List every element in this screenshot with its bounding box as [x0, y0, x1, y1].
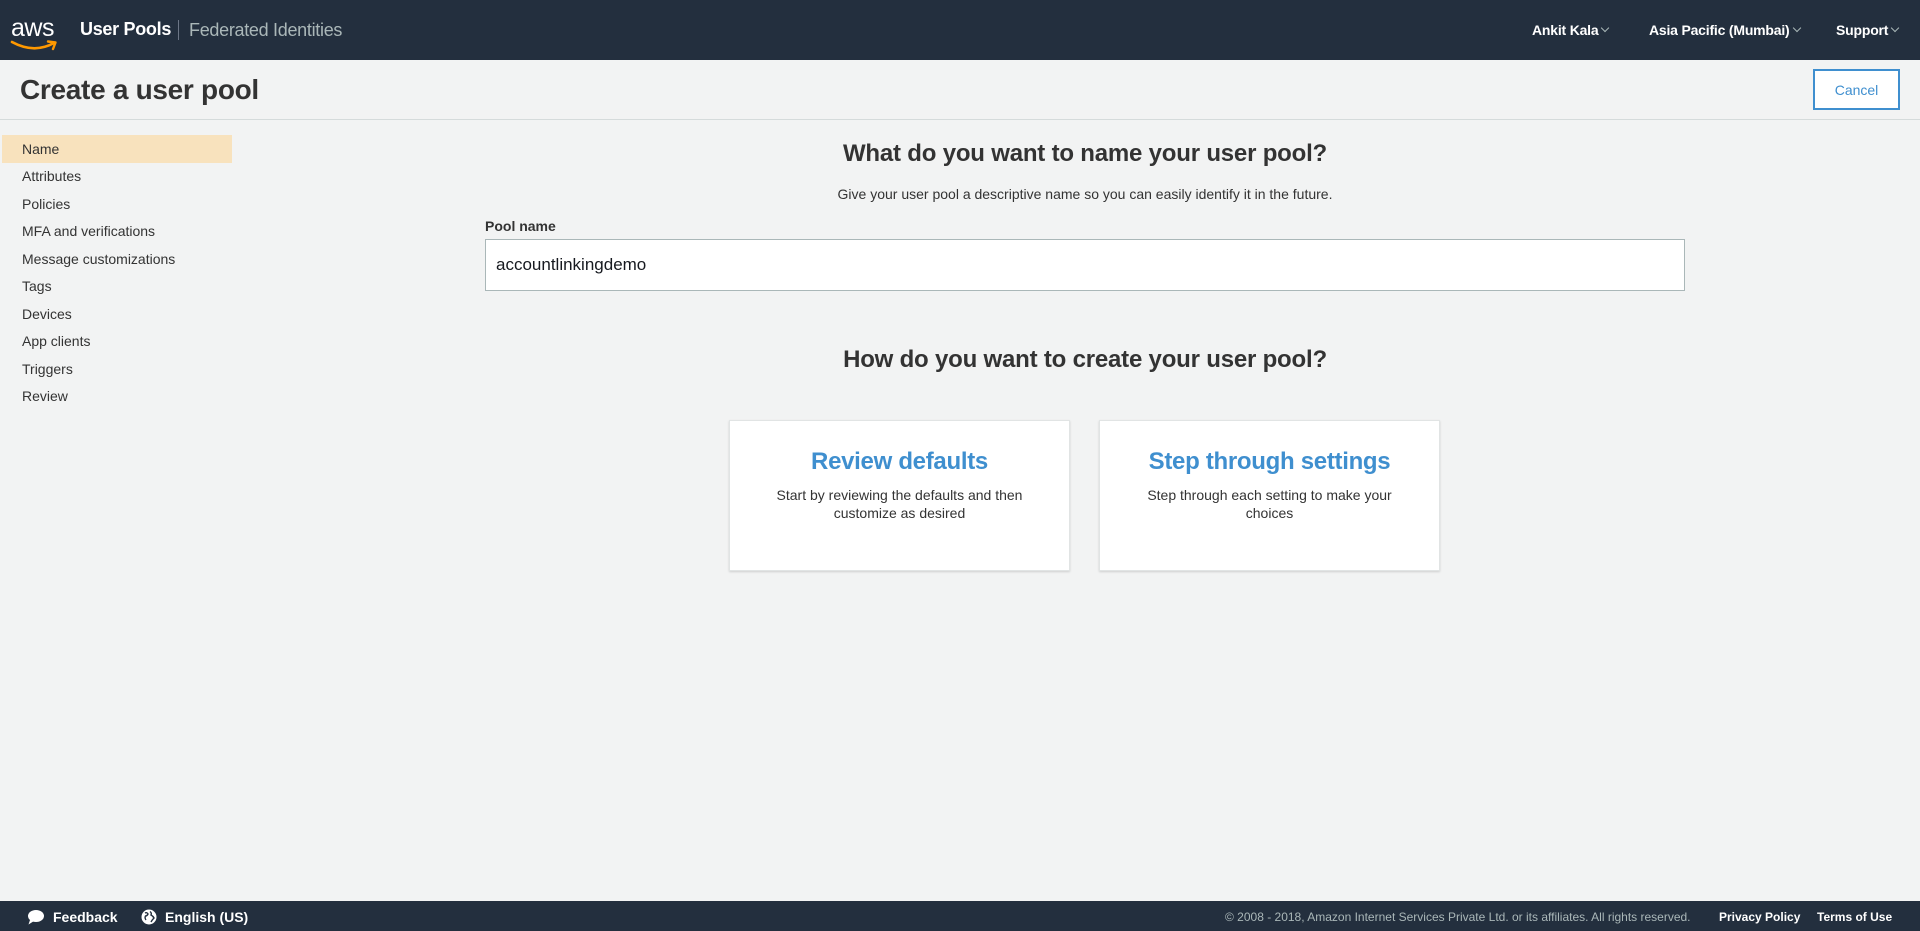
sidebar-item-mfa[interactable]: MFA and verifications	[2, 218, 232, 246]
review-defaults-title: Review defaults	[811, 448, 988, 475]
chevron-down-icon	[1601, 23, 1610, 33]
sidebar-item-devices[interactable]: Devices	[2, 300, 232, 328]
sidebar-item-app-clients[interactable]: App clients	[2, 328, 232, 356]
support-label: Support	[1836, 22, 1889, 38]
region-menu[interactable]: Asia Pacific (Mumbai)	[1649, 22, 1801, 38]
review-defaults-description: Start by reviewing the defaults and then…	[776, 487, 1023, 521]
review-defaults-card[interactable]: Review defaults Start by reviewing the d…	[729, 420, 1070, 571]
aws-smile-icon	[10, 40, 57, 51]
page-title: Create a user pool	[20, 74, 259, 105]
speech-bubble-icon	[28, 910, 44, 925]
nav-divider	[178, 20, 179, 40]
sidebar-item-triggers[interactable]: Triggers	[2, 355, 232, 383]
support-menu[interactable]: Support	[1836, 22, 1900, 38]
nav-federated-identities-link[interactable]: Federated Identities	[189, 20, 342, 41]
sidebar-item-attributes[interactable]: Attributes	[2, 163, 232, 191]
pool-name-input[interactable]	[485, 239, 1685, 291]
language-label: English (US)	[165, 909, 249, 925]
chevron-down-icon	[1792, 23, 1801, 33]
aws-logo-text: aws	[11, 14, 54, 42]
footer: Feedback English (US) © 2008 - 2018, Ama…	[0, 901, 1920, 931]
feedback-label: Feedback	[53, 909, 118, 925]
sidebar-item-review[interactable]: Review	[2, 383, 232, 411]
region-name: Asia Pacific (Mumbai)	[1649, 22, 1790, 38]
step-through-settings-card[interactable]: Step through settings Step through each …	[1099, 420, 1440, 571]
nav-user-pools-link[interactable]: User Pools	[80, 19, 171, 40]
privacy-policy-link[interactable]: Privacy Policy	[1719, 910, 1800, 924]
language-selector[interactable]: English (US)	[141, 909, 248, 925]
chevron-down-icon	[1891, 23, 1900, 33]
sidebar-item-message-customizations[interactable]: Message customizations	[2, 245, 232, 273]
name-heading: What do you want to name your user pool?	[842, 140, 1327, 167]
feedback-link[interactable]: Feedback	[27, 909, 118, 925]
create-heading: How do you want to create your user pool…	[843, 346, 1327, 373]
pool-name-label: Pool name	[485, 218, 556, 234]
step-through-settings-description: Step through each setting to make your c…	[1147, 487, 1392, 521]
top-navigation: aws User Pools Federated Identities Anki…	[0, 0, 1920, 60]
sidebar-item-name[interactable]: Name	[2, 135, 232, 163]
globe-icon	[141, 909, 157, 925]
copyright-text: © 2008 - 2018, Amazon Internet Services …	[1225, 910, 1691, 924]
page-header: Create a user pool Cancel	[0, 60, 1920, 120]
terms-of-use-link[interactable]: Terms of Use	[1817, 910, 1892, 924]
user-name: Ankit Kala	[1532, 22, 1599, 38]
cancel-button[interactable]: Cancel	[1813, 69, 1900, 110]
wizard-steps-sidebar: Name Attributes Policies MFA and verific…	[2, 135, 232, 410]
step-through-settings-title: Step through settings	[1148, 448, 1391, 475]
user-menu[interactable]: Ankit Kala	[1532, 22, 1610, 38]
aws-logo[interactable]: aws	[10, 14, 62, 52]
sidebar-item-policies[interactable]: Policies	[2, 190, 232, 218]
sidebar-item-tags[interactable]: Tags	[2, 273, 232, 301]
name-subheading: Give your user pool a descriptive name s…	[837, 186, 1333, 202]
